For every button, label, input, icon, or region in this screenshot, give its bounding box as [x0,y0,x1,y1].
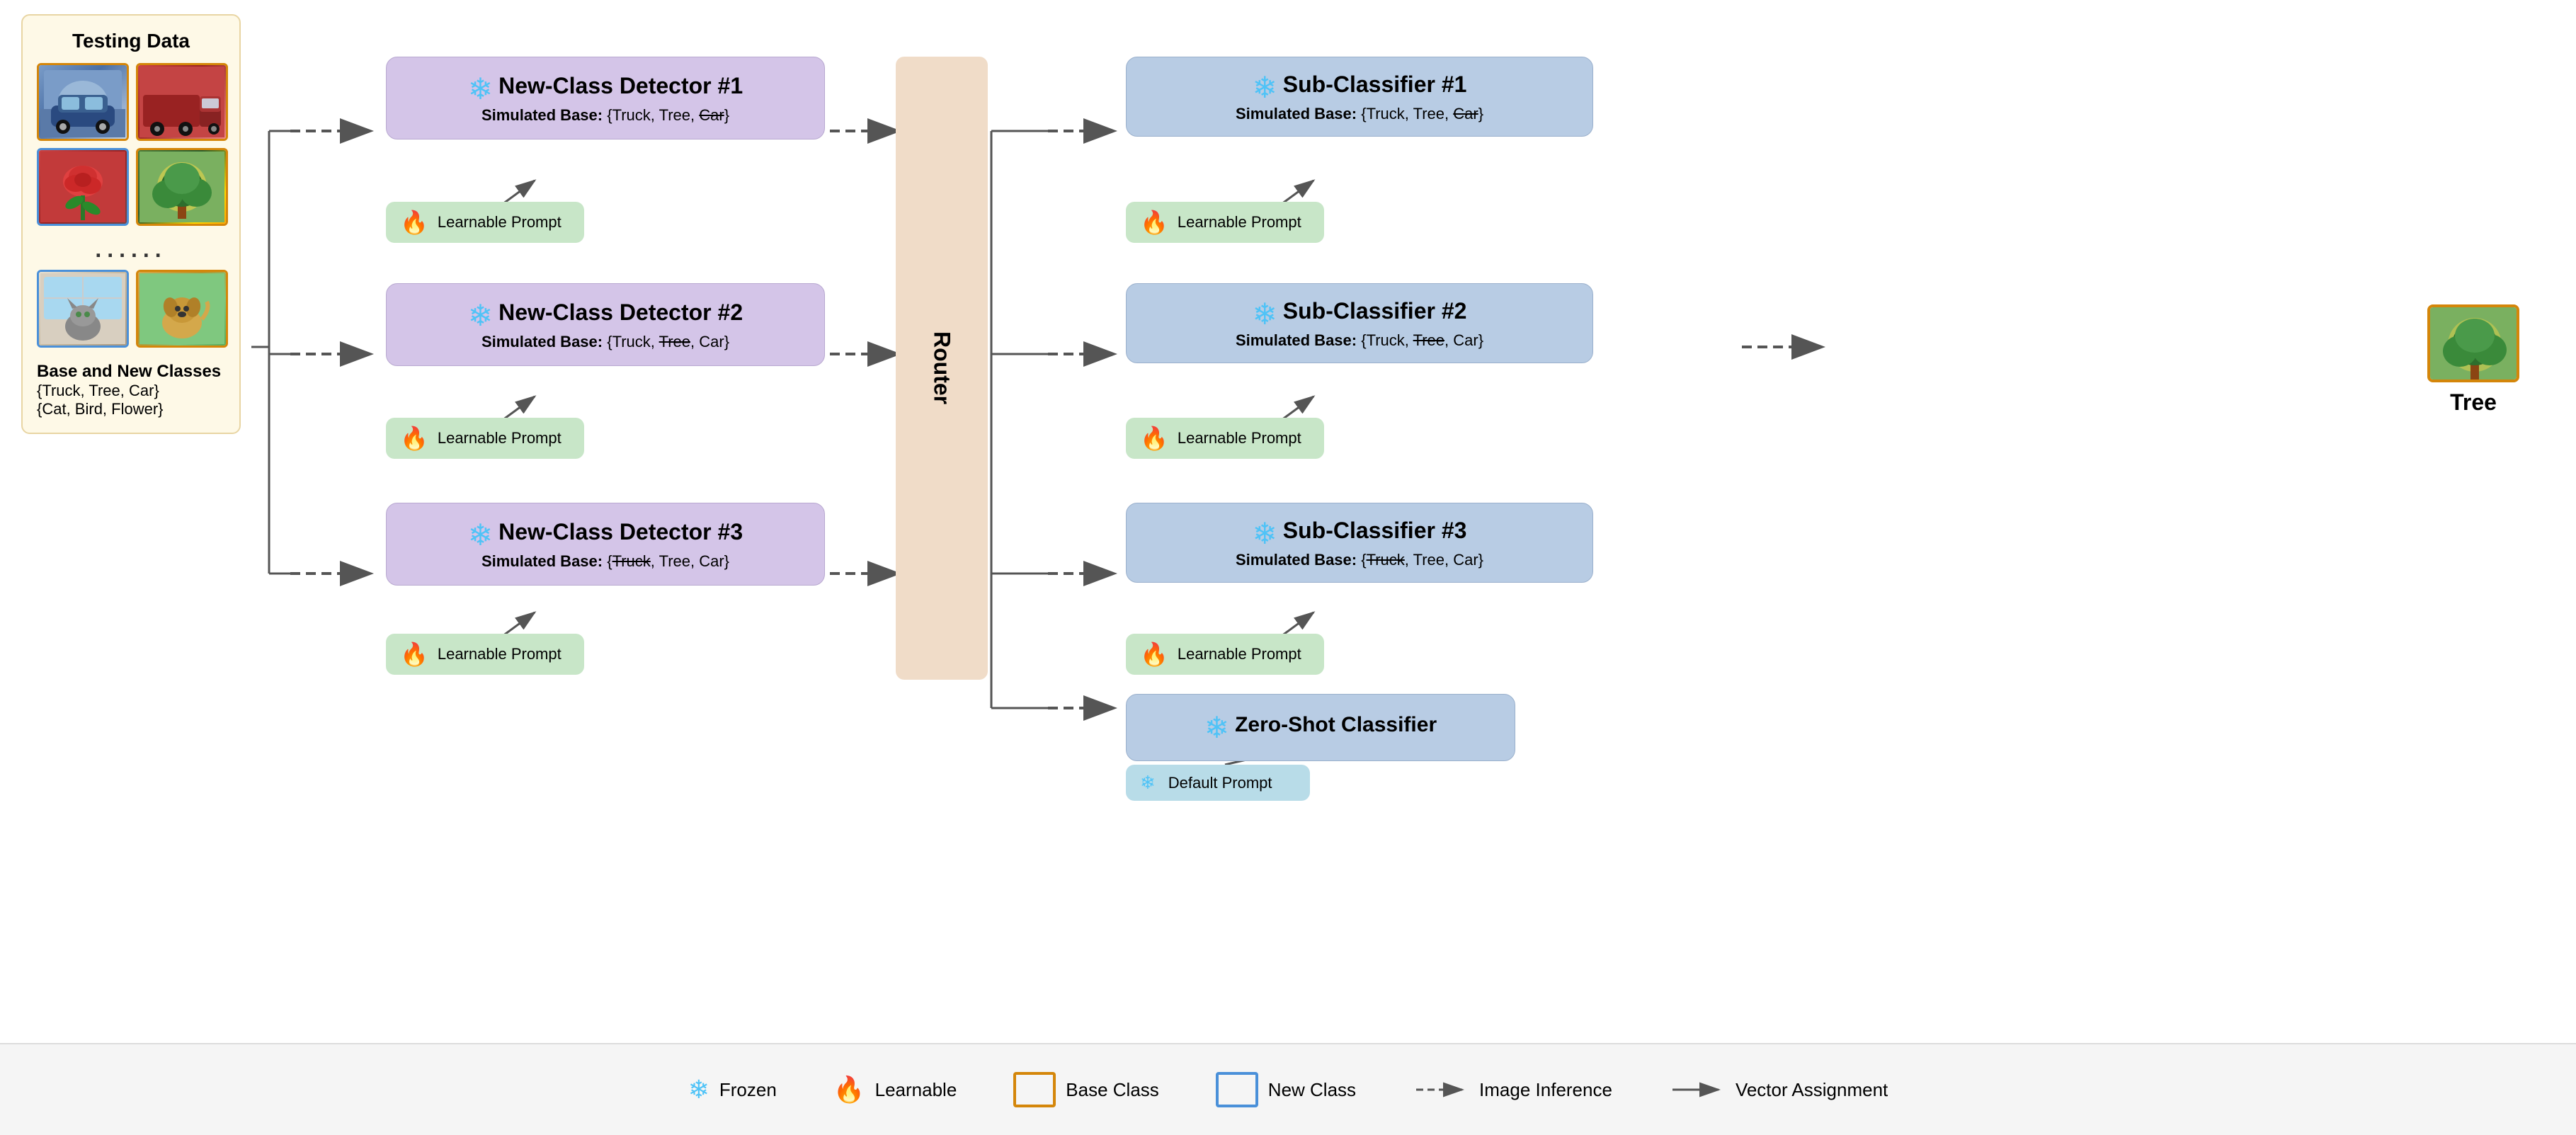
flame-icon-p1: 🔥 [400,209,428,236]
solid-arrow-icon [1669,1076,1726,1104]
classifier-3: ❄ Sub-Classifier #3 Simulated Base: {Tru… [1126,503,1593,583]
classifier-2: ❄ Sub-Classifier #2 Simulated Base: {Tru… [1126,283,1593,363]
testing-data-title: Testing Data [37,30,225,52]
legend-base-class-label: Base Class [1066,1079,1159,1101]
default-prompt-label: Default Prompt [1168,774,1272,792]
default-prompt: ❄ Default Prompt [1126,765,1310,801]
detector-3-title: New-Class Detector #3 [498,519,743,545]
legend-image-inference: Image Inference [1413,1076,1612,1104]
tree-result: Tree [2427,304,2519,416]
learnable-prompt-c1: 🔥 Learnable Prompt [1126,202,1324,243]
classifier-1-title: Sub-Classifier #1 [1283,72,1467,98]
prompt-1-label: Learnable Prompt [438,213,562,232]
flame-icon-c2: 🔥 [1140,425,1168,452]
snowflake-icon-d1: ❄ [468,72,493,106]
new-classes-text: {Cat, Bird, Flower} [37,400,225,418]
snowflake-icon-dp: ❄ [1140,772,1156,794]
image-car [37,63,129,141]
detector-1: ❄ New-Class Detector #1 Simulated Base: … [386,57,825,139]
detector-2-title: New-Class Detector #2 [498,300,743,326]
image-grid [37,63,225,226]
snowflake-icon-zs: ❄ [1204,710,1229,745]
legend-frozen: ❄ Frozen [688,1075,777,1105]
classes-title: Base and New Classes [37,362,225,382]
detector-3-base: Simulated Base: {Truck, Tree, Car} [408,552,803,571]
classifier-1-base: Simulated Base: {Truck, Tree, Car} [1146,105,1573,123]
legend-blue-box [1216,1072,1258,1107]
flame-icon-p2: 🔥 [400,425,428,452]
testing-data-panel: Testing Data [21,14,241,434]
router-box: Router [896,57,988,680]
flame-icon-p3: 🔥 [400,641,428,668]
snowflake-icon-d3: ❄ [468,518,493,552]
detector-2: ❄ New-Class Detector #2 Simulated Base: … [386,283,825,366]
prompt-c1-label: Learnable Prompt [1178,213,1301,232]
main-container: Testing Data [0,0,2576,1135]
classifier-2-base: Simulated Base: {Truck, Tree, Car} [1146,331,1573,350]
zero-shot-title: Zero-Shot Classifier [1235,713,1437,737]
image-cat [37,270,129,348]
flame-icon-c3: 🔥 [1140,641,1168,668]
legend-base-class: Base Class [1013,1072,1159,1107]
detector-3: ❄ New-Class Detector #3 Simulated Base: … [386,503,825,586]
prompt-3-label: Learnable Prompt [438,645,562,663]
legend-frozen-label: Frozen [719,1079,777,1101]
learnable-prompt-2: 🔥 Learnable Prompt [386,418,584,459]
legend-learnable: 🔥 Learnable [833,1075,957,1105]
legend-vector-assignment-label: Vector Assignment [1736,1079,1888,1101]
prompt-c2-label: Learnable Prompt [1178,429,1301,447]
zero-shot-classifier: ❄ Zero-Shot Classifier [1126,694,1515,761]
cat-image [39,272,127,346]
flame-icon-c1: 🔥 [1140,209,1168,236]
snowflake-icon-d2: ❄ [468,298,493,333]
detector-2-base: Simulated Base: {Truck, Tree, Car} [408,333,803,351]
dots-separator: ...... [37,236,225,263]
image-grid-2 [37,270,225,348]
classifier-3-base: Simulated Base: {Truck, Tree, Car} [1146,551,1573,569]
dashed-arrow-icon [1413,1076,1469,1104]
learnable-prompt-3: 🔥 Learnable Prompt [386,634,584,675]
image-rose [37,148,129,226]
classifier-1: ❄ Sub-Classifier #1 Simulated Base: {Tru… [1126,57,1593,137]
snowflake-icon-c2: ❄ [1253,297,1277,331]
legend-snowflake-icon: ❄ [688,1075,709,1105]
learnable-prompt-1: 🔥 Learnable Prompt [386,202,584,243]
dog-image [138,272,226,346]
learnable-prompt-c3: 🔥 Learnable Prompt [1126,634,1324,675]
classifier-2-title: Sub-Classifier #2 [1283,298,1467,324]
router-label: Router [929,331,955,404]
detector-1-base: Simulated Base: {Truck, Tree, Car} [408,106,803,125]
tree-image-panel [138,150,226,224]
classifier-3-title: Sub-Classifier #3 [1283,518,1467,544]
legend-new-class-label: New Class [1268,1079,1356,1101]
legend-orange-box [1013,1072,1056,1107]
car-image [39,65,127,139]
detector-1-title: New-Class Detector #1 [498,73,743,99]
image-tree-panel [136,148,228,226]
prompt-c3-label: Learnable Prompt [1178,645,1301,663]
snowflake-icon-c1: ❄ [1253,70,1277,105]
image-truck [136,63,228,141]
classes-info: Base and New Classes {Truck, Tree, Car} … [37,362,225,418]
prompt-2-label: Learnable Prompt [438,429,562,447]
legend-learnable-label: Learnable [875,1079,957,1101]
tree-result-label: Tree [2427,389,2519,416]
legend-new-class: New Class [1216,1072,1356,1107]
learnable-prompt-c2: 🔥 Learnable Prompt [1126,418,1324,459]
legend-flame-icon: 🔥 [833,1075,865,1105]
tree-result-image [2427,304,2519,382]
legend-image-inference-label: Image Inference [1479,1079,1612,1101]
snowflake-icon-c3: ❄ [1253,516,1277,551]
legend-bar: ❄ Frozen 🔥 Learnable Base Class New Clas… [0,1043,2576,1135]
diagram-area: Testing Data [0,0,2576,1043]
base-classes-text: {Truck, Tree, Car} [37,382,225,400]
truck-image [138,65,226,139]
rose-image [39,150,127,224]
legend-vector-assignment: Vector Assignment [1669,1076,1888,1104]
image-dog [136,270,228,348]
